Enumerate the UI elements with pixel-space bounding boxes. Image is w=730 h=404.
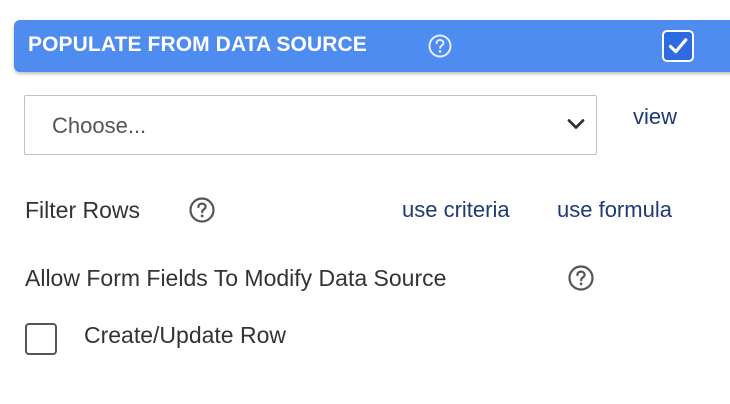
help-circle-icon[interactable] (427, 33, 453, 59)
use-formula-link[interactable]: use formula (557, 197, 672, 223)
populate-header-bar: POPULATE FROM DATA SOURCE (14, 20, 730, 72)
filter-rows-label: Filter Rows (25, 197, 141, 223)
modify-data-source-label: Allow Form Fields To Modify Data Source (25, 265, 447, 291)
chevron-down-icon (566, 117, 586, 136)
create-update-row-label: Create/Update Row (84, 322, 286, 348)
help-circle-icon[interactable] (567, 264, 595, 292)
view-data-source-link[interactable]: view (633, 104, 677, 130)
use-criteria-link[interactable]: use criteria (402, 197, 510, 223)
header-title: POPULATE FROM DATA SOURCE (28, 33, 367, 56)
populate-enabled-checkbox[interactable] (662, 30, 694, 62)
help-circle-icon[interactable] (188, 196, 216, 224)
data-source-select[interactable]: Choose... (24, 95, 597, 155)
checkmark-icon (668, 38, 688, 54)
data-source-select-value: Choose... (52, 113, 147, 138)
data-source-panel: POPULATE FROM DATA SOURCE Choose... view… (0, 0, 730, 404)
create-update-row-checkbox[interactable] (25, 323, 57, 355)
